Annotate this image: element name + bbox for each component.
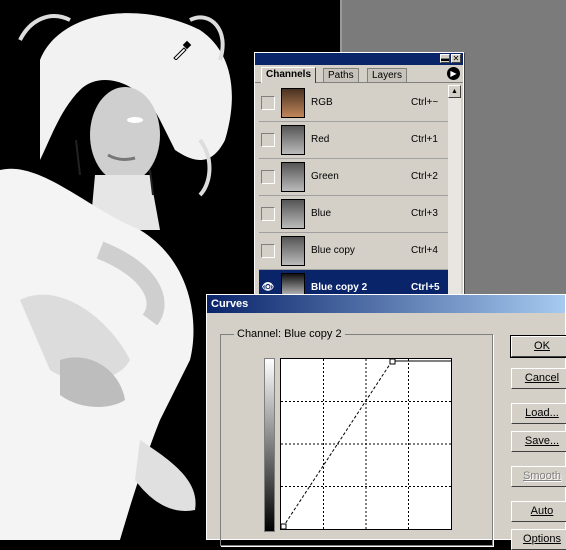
tab-layers[interactable]: Layers [367,68,408,82]
palette-menu-icon[interactable]: ▶ [447,67,460,80]
channel-row-red[interactable]: Red Ctrl+1 [259,122,448,159]
visibility-toggle[interactable] [261,207,275,221]
load-button[interactable]: Load... [511,403,566,424]
curves-dialog: Curves Channel: Blue copy 2 OK Cancel Lo… [206,294,566,550]
save-button[interactable]: Save... [511,431,566,452]
eye-icon[interactable]: 👁 [261,281,275,295]
channel-shortcut: Ctrl+5 [411,282,440,293]
smooth-button[interactable]: Smooth [511,466,566,487]
tab-channels[interactable]: Channels [261,67,317,83]
channel-value[interactable]: Blue copy 2 [284,328,341,340]
channel-label-row: Channel: Blue copy 2 [234,328,345,340]
channel-thumbnail [281,199,305,229]
options-label: Options [523,533,561,545]
visibility-toggle[interactable] [261,133,275,147]
channel-thumbnail [281,125,305,155]
ok-label: OK [534,340,550,352]
channels-palette: ▬ ✕ Channels Paths Layers ▶ RGB Ctrl+~ R… [254,52,464,300]
channel-shortcut: Ctrl+2 [411,171,438,182]
channel-row-blue[interactable]: Blue Ctrl+3 [259,196,448,233]
channel-name: Blue [311,208,332,219]
palette-titlebar[interactable]: ▬ ✕ [255,53,463,65]
eyedropper-icon [173,40,192,60]
channel-row-rgb[interactable]: RGB Ctrl+~ [259,85,448,122]
visibility-toggle[interactable] [261,170,275,184]
auto-button[interactable]: Auto [511,501,566,522]
save-label: Save... [524,435,560,447]
cancel-button[interactable]: Cancel [511,368,566,389]
channel-name: Red [311,134,330,145]
channel-list: RGB Ctrl+~ Red Ctrl+1 Green Ctrl+2 Blue … [259,85,448,299]
channel-name: RGB [311,97,333,108]
curve-graph[interactable] [280,358,452,530]
channel-shortcut: Ctrl+3 [411,208,438,219]
input-gradient-ramp [264,358,275,532]
channel-shortcut: Ctrl+4 [411,245,438,256]
tab-paths[interactable]: Paths [323,68,359,82]
palette-tabs: Channels Paths Layers ▶ [255,65,463,83]
channel-shortcut: Ctrl+1 [411,134,438,145]
channel-name: Blue copy 2 [311,282,368,293]
channel-row-green[interactable]: Green Ctrl+2 [259,159,448,196]
palette-scrollbar[interactable]: ▲ [448,85,461,299]
channel-name: Blue copy [311,245,355,256]
channel-name: Green [311,171,339,182]
smooth-label: Smooth [523,470,561,482]
channel-thumbnail [281,88,305,118]
load-label: Load... [525,407,559,419]
ok-button[interactable]: OK [510,335,566,358]
channel-thumbnail [281,162,305,192]
visibility-toggle[interactable] [261,244,275,258]
minimize-icon[interactable]: ▬ [440,54,450,63]
visibility-toggle[interactable] [261,96,275,110]
auto-label: Auto [530,505,554,517]
channel-shortcut: Ctrl+~ [411,97,439,108]
channel-label: Channel: [237,328,282,340]
dialog-title[interactable]: Curves [207,295,565,313]
close-icon[interactable]: ✕ [451,54,461,63]
channel-row-blue-copy[interactable]: Blue copy Ctrl+4 [259,233,448,270]
channel-thumbnail [281,236,305,266]
cancel-label: Cancel [524,372,560,384]
scroll-up-icon[interactable]: ▲ [448,85,461,98]
